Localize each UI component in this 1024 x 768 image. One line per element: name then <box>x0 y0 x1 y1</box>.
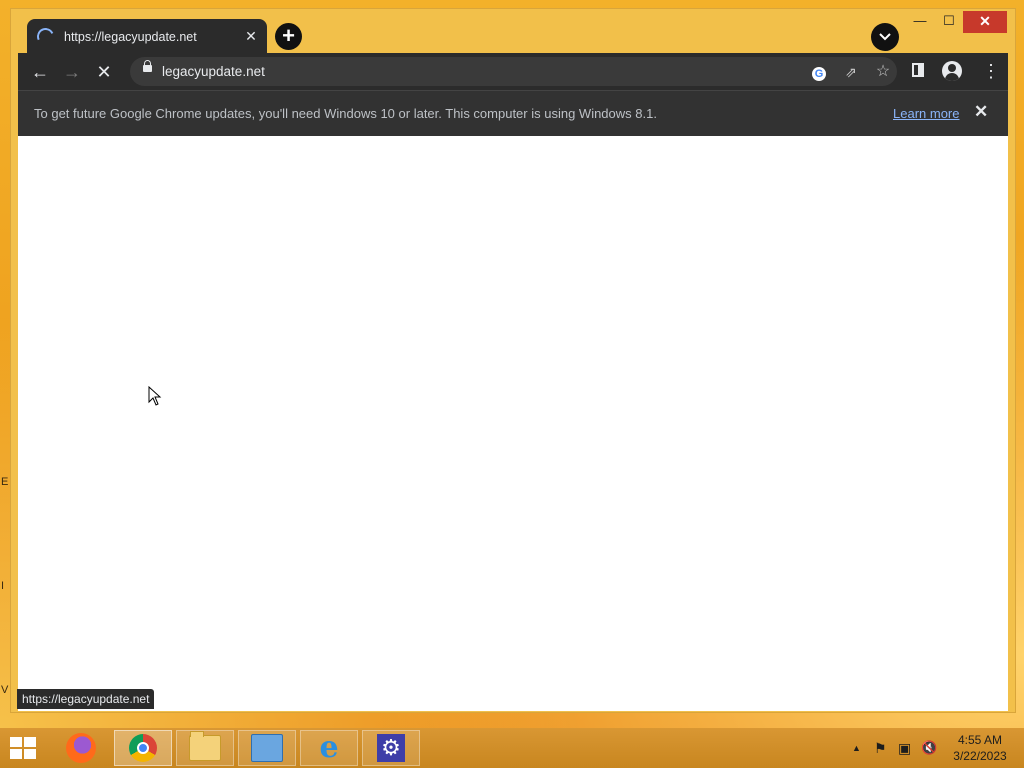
taskbar-chrome[interactable] <box>114 730 172 766</box>
infobar-message: To get future Google Chrome updates, you… <box>34 106 657 121</box>
chrome-window: https://legacyupdate.net ✕ + — ☐ ✕ ← → ✕… <box>10 8 1016 713</box>
title-bar[interactable]: https://legacyupdate.net ✕ + — ☐ ✕ <box>11 9 1015 54</box>
share-icon[interactable]: ⇗ <box>840 61 862 83</box>
clock-time: 4:55 AM <box>957 733 1003 747</box>
maximize-button[interactable]: ☐ <box>935 11 963 33</box>
forward-button[interactable]: → <box>58 58 86 86</box>
bookmark-star-icon[interactable]: ☆ <box>872 61 894 83</box>
lock-icon[interactable] <box>143 60 152 72</box>
desktop-icon-label: V <box>1 684 9 696</box>
desktop-icon-label: E <box>1 476 9 488</box>
new-tab-button[interactable]: + <box>275 23 302 50</box>
taskbar-settings[interactable]: ⚙ <box>362 730 420 766</box>
system-clock[interactable]: 4:55 AM 3/22/2023 <box>940 732 1020 764</box>
infobar-close-button[interactable]: ✕ <box>974 102 988 122</box>
taskbar-firefox[interactable] <box>52 730 110 766</box>
start-button[interactable] <box>10 737 38 761</box>
update-infobar: To get future Google Chrome updates, you… <box>18 90 1008 136</box>
tab-close-button[interactable]: ✕ <box>243 28 259 45</box>
google-lens-icon[interactable]: G <box>808 61 830 83</box>
volume-muted-icon[interactable]: 🔇 <box>921 740 937 756</box>
action-center-flag-icon[interactable]: ⚑ <box>874 740 887 757</box>
browser-toolbar: ← → ✕ legacyupdate.net G ⇗ ☆ ⋮ <box>18 53 1008 90</box>
tab-title: https://legacyupdate.net <box>64 29 197 44</box>
address-bar-url[interactable]: legacyupdate.net <box>162 64 265 79</box>
chevron-down-icon <box>879 33 891 41</box>
firefox-icon <box>66 733 96 763</box>
mouse-cursor-icon <box>148 386 162 406</box>
network-icon[interactable]: ▣ <box>898 740 911 757</box>
address-bar[interactable]: legacyupdate.net G ⇗ ☆ <box>130 57 897 86</box>
stop-loading-button[interactable]: ✕ <box>90 58 118 86</box>
side-panel-icon[interactable] <box>912 63 924 77</box>
learn-more-link[interactable]: Learn more <box>893 106 959 121</box>
desktop-icon-label: I <box>1 580 5 592</box>
status-bubble: https://legacyupdate.net <box>17 689 155 709</box>
internet-explorer-icon: e <box>319 730 339 765</box>
close-window-button[interactable]: ✕ <box>963 11 1007 33</box>
taskbar-internet-explorer[interactable]: e <box>300 730 358 766</box>
taskbar-control-panel[interactable] <box>238 730 296 766</box>
show-hidden-icons-button[interactable]: ▲ <box>852 743 861 753</box>
page-content[interactable] <box>18 136 1008 711</box>
profile-avatar-icon[interactable] <box>942 61 962 81</box>
gear-icon: ⚙ <box>377 734 405 762</box>
browser-tab[interactable]: https://legacyupdate.net ✕ <box>27 19 267 54</box>
control-panel-icon <box>251 734 283 762</box>
clock-date: 3/22/2023 <box>953 749 1007 763</box>
taskbar-file-explorer[interactable] <box>176 730 234 766</box>
tab-search-button[interactable] <box>871 23 899 51</box>
loading-spinner-icon <box>34 25 57 48</box>
taskbar: e ⚙ ▲ ⚑ ▣ 🔇 4:55 AM 3/22/2023 <box>0 728 1024 768</box>
chrome-icon <box>129 734 157 762</box>
folder-icon <box>189 731 221 761</box>
menu-kebab-icon[interactable]: ⋮ <box>982 59 1000 83</box>
back-button[interactable]: ← <box>26 58 54 86</box>
minimize-button[interactable]: — <box>907 11 933 33</box>
